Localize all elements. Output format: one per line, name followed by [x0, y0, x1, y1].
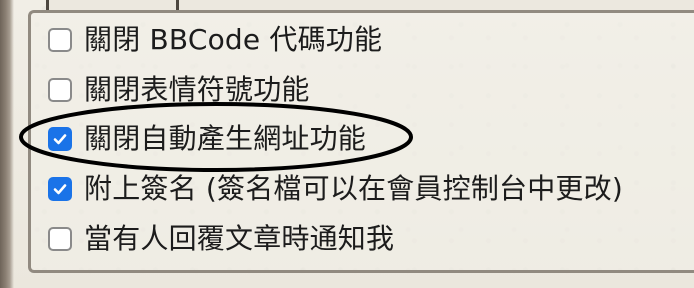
- option-label: 當有人回覆文章時通知我: [84, 222, 395, 255]
- option-label: 關閉表情符號功能: [84, 73, 310, 106]
- checkbox-checked-icon[interactable]: [48, 127, 72, 151]
- option-label: 關閉自動產生網址功能: [84, 122, 367, 155]
- checkbox-unchecked-icon[interactable]: [48, 28, 72, 52]
- checkmark-icon: [53, 134, 67, 145]
- option-attach-signature[interactable]: 附上簽名 (簽名檔可以在會員控制台中更改): [48, 174, 623, 204]
- left-page-edge: [0, 0, 14, 288]
- option-disable-bbcode[interactable]: 關閉 BBCode 代碼功能: [48, 25, 382, 55]
- option-disable-smilies[interactable]: 關閉表情符號功能: [48, 75, 310, 105]
- option-disable-auto-url[interactable]: 關閉自動產生網址功能: [48, 124, 366, 154]
- option-notify-reply[interactable]: 當有人回覆文章時通知我: [48, 224, 394, 254]
- checkbox-unchecked-icon[interactable]: [48, 227, 72, 251]
- checkmark-icon: [53, 184, 67, 195]
- checkbox-unchecked-icon[interactable]: [48, 78, 72, 102]
- option-label: 附上簽名 (簽名檔可以在會員控制台中更改): [84, 172, 623, 205]
- checkbox-checked-icon[interactable]: [48, 177, 72, 201]
- option-label: 關閉 BBCode 代碼功能: [84, 23, 383, 56]
